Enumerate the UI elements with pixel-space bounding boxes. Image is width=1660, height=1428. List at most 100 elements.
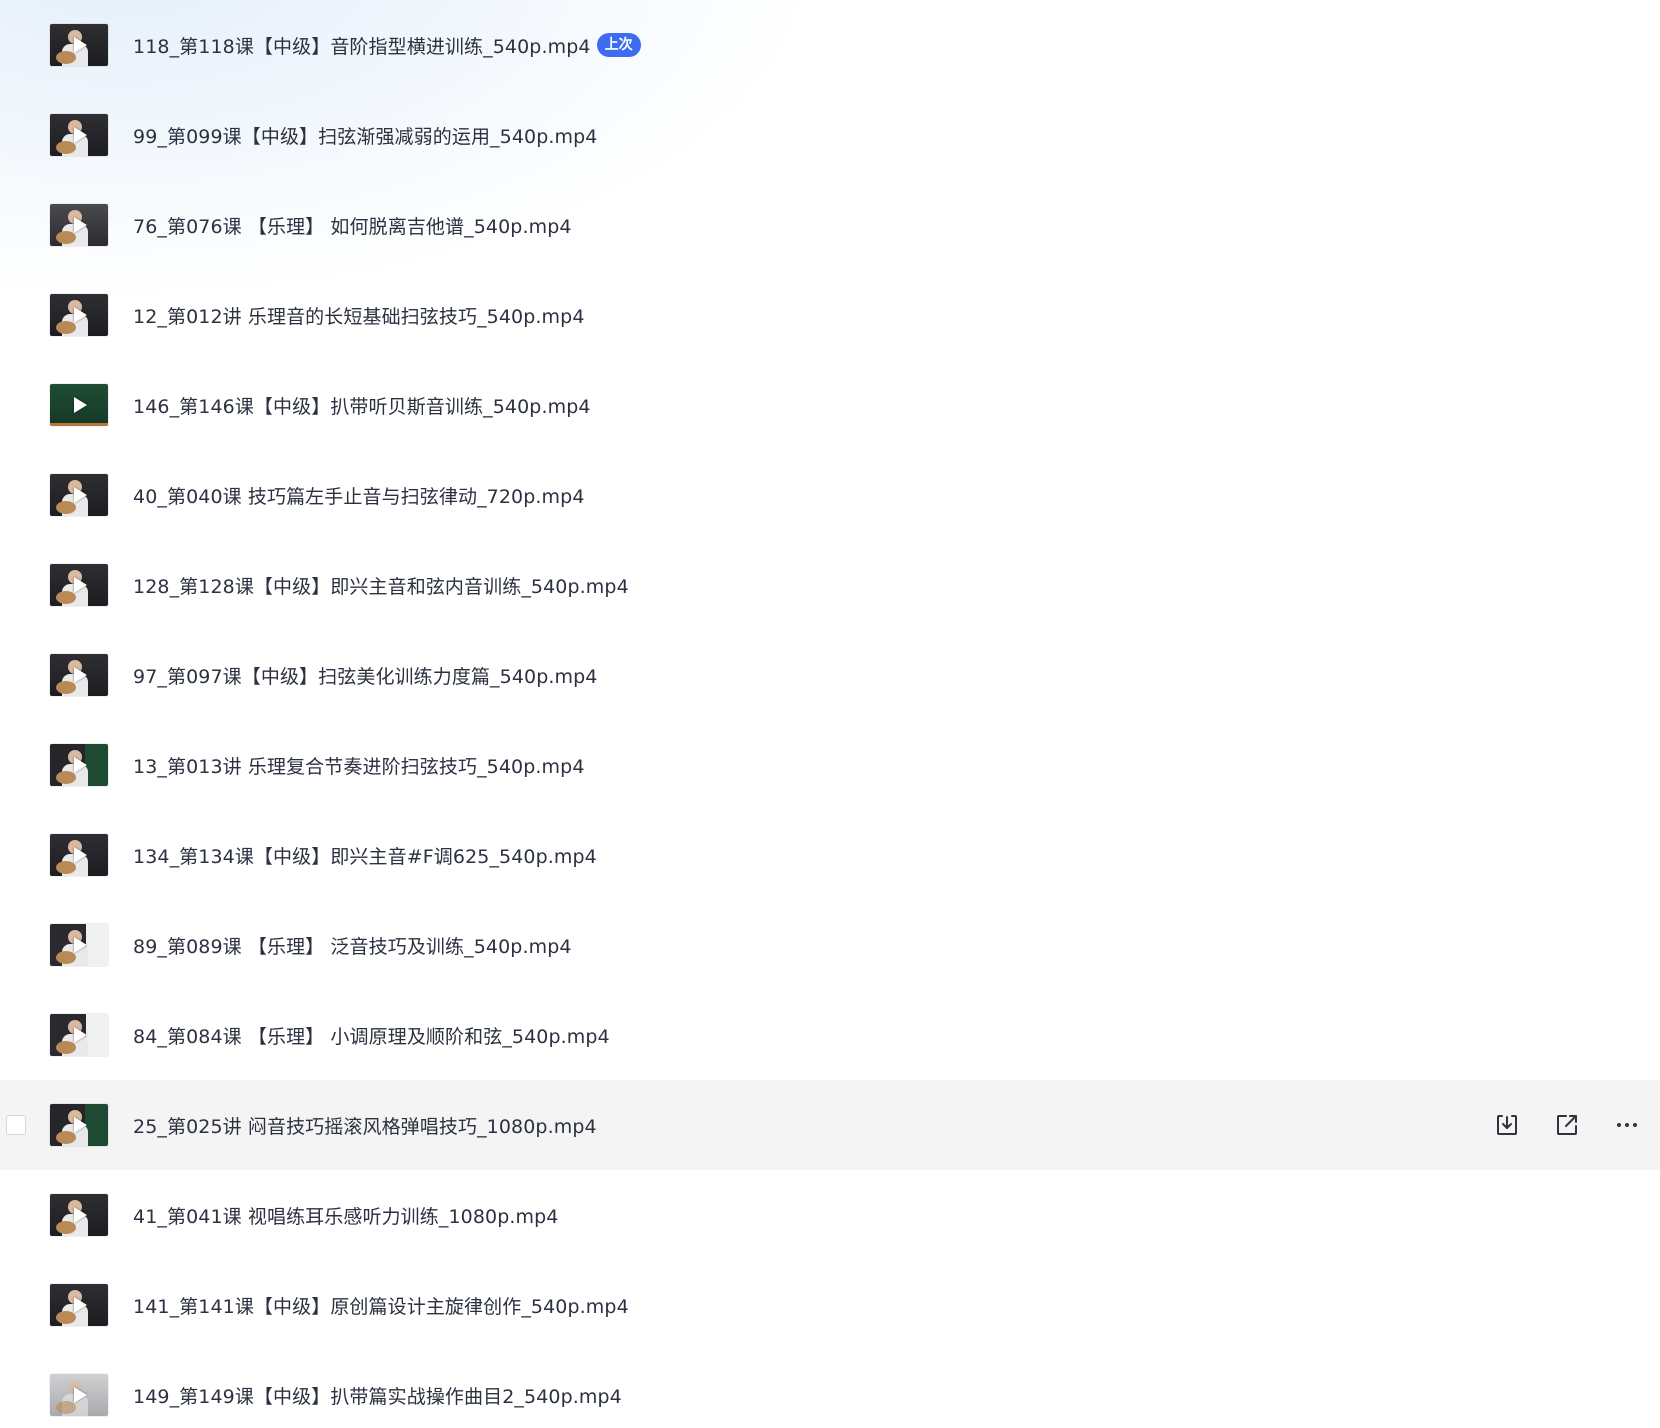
file-name[interactable]: 128_第128课【中级】即兴主音和弦内音训练_540p.mp4 xyxy=(133,540,629,630)
file-row[interactable]: 25_第025讲 闷音技巧摇滚风格弹唱技巧_1080p.mp4 xyxy=(0,1080,1660,1170)
video-thumbnail[interactable] xyxy=(50,294,108,336)
file-name[interactable]: 76_第076课 【乐理】 如何脱离吉他谱_540p.mp4 xyxy=(133,180,572,270)
file-name-text: 76_第076课 【乐理】 如何脱离吉他谱_540p.mp4 xyxy=(133,215,572,238)
video-thumbnail[interactable] xyxy=(50,564,108,606)
file-name-text: 146_第146课【中级】扒带听贝斯音训练_540p.mp4 xyxy=(133,395,591,418)
file-row[interactable]: 97_第097课【中级】扫弦美化训练力度篇_540p.mp4 xyxy=(0,630,1660,720)
file-name[interactable]: 146_第146课【中级】扒带听贝斯音训练_540p.mp4 xyxy=(133,360,591,450)
file-name-text: 13_第013讲 乐理复合节奏进阶扫弦技巧_540p.mp4 xyxy=(133,755,585,778)
file-row[interactable]: 12_第012讲 乐理音的长短基础扫弦技巧_540p.mp4 xyxy=(0,270,1660,360)
file-row[interactable]: 89_第089课 【乐理】 泛音技巧及训练_540p.mp4 xyxy=(0,900,1660,990)
file-row[interactable]: 141_第141课【中级】原创篇设计主旋律创作_540p.mp4 xyxy=(0,1260,1660,1350)
play-icon xyxy=(74,1027,87,1043)
file-row[interactable]: 40_第040课 技巧篇左手止音与扫弦律动_720p.mp4 xyxy=(0,450,1660,540)
file-name[interactable]: 149_第149课【中级】扒带篇实战操作曲目2_540p.mp4 xyxy=(133,1350,622,1428)
play-icon xyxy=(74,127,87,143)
file-name[interactable]: 118_第118课【中级】音阶指型横进训练_540p.mp4 上次 xyxy=(133,0,641,90)
video-thumbnail[interactable] xyxy=(50,204,108,246)
file-row[interactable]: 146_第146课【中级】扒带听贝斯音训练_540p.mp4 xyxy=(0,360,1660,450)
file-row[interactable]: 149_第149课【中级】扒带篇实战操作曲目2_540p.mp4 xyxy=(0,1350,1660,1428)
thumbnail-guitar xyxy=(56,1401,76,1414)
share-icon xyxy=(1554,1112,1580,1138)
video-thumbnail[interactable] xyxy=(50,1374,108,1416)
file-row[interactable]: 134_第134课【中级】即兴主音#F调625_540p.mp4 xyxy=(0,810,1660,900)
thumbnail-guitar xyxy=(56,1311,76,1324)
play-icon xyxy=(74,847,87,863)
share-button[interactable] xyxy=(1552,1110,1582,1140)
download-button[interactable] xyxy=(1492,1110,1522,1140)
file-name[interactable]: 25_第025讲 闷音技巧摇滚风格弹唱技巧_1080p.mp4 xyxy=(133,1080,597,1170)
file-name-text: 141_第141课【中级】原创篇设计主旋律创作_540p.mp4 xyxy=(133,1295,629,1318)
play-icon xyxy=(74,1117,87,1133)
play-icon xyxy=(74,37,87,53)
file-row[interactable]: 99_第099课【中级】扫弦渐强减弱的运用_540p.mp4 xyxy=(0,90,1660,180)
file-name[interactable]: 13_第013讲 乐理复合节奏进阶扫弦技巧_540p.mp4 xyxy=(133,720,585,810)
play-icon xyxy=(74,307,87,323)
file-row[interactable]: 128_第128课【中级】即兴主音和弦内音训练_540p.mp4 xyxy=(0,540,1660,630)
file-name-text: 149_第149课【中级】扒带篇实战操作曲目2_540p.mp4 xyxy=(133,1385,622,1408)
file-name-text: 40_第040课 技巧篇左手止音与扫弦律动_720p.mp4 xyxy=(133,485,585,508)
file-name[interactable]: 40_第040课 技巧篇左手止音与扫弦律动_720p.mp4 xyxy=(133,450,585,540)
more-button[interactable] xyxy=(1612,1110,1642,1140)
video-thumbnail[interactable] xyxy=(50,744,108,786)
thumbnail-guitar xyxy=(56,591,76,604)
thumbnail-guitar xyxy=(56,771,76,784)
download-icon xyxy=(1494,1112,1520,1138)
thumbnail-guitar xyxy=(56,1041,76,1054)
more-icon xyxy=(1614,1112,1640,1138)
file-name-text: 41_第041课 视唱练耳乐感听力训练_1080p.mp4 xyxy=(133,1205,559,1228)
file-name[interactable]: 89_第089课 【乐理】 泛音技巧及训练_540p.mp4 xyxy=(133,900,572,990)
file-browser-page: 118_第118课【中级】音阶指型横进训练_540p.mp4 上次 99_第099课… xyxy=(0,0,1660,1428)
play-icon xyxy=(74,397,87,413)
thumbnail-guitar xyxy=(56,51,76,64)
thumbnail-guitar xyxy=(56,951,76,964)
thumbnail-guitar xyxy=(56,861,76,874)
video-thumbnail[interactable] xyxy=(50,474,108,516)
video-thumbnail[interactable] xyxy=(50,1014,108,1056)
file-name[interactable]: 41_第041课 视唱练耳乐感听力训练_1080p.mp4 xyxy=(133,1170,559,1260)
video-thumbnail[interactable] xyxy=(50,654,108,696)
play-icon xyxy=(74,487,87,503)
video-thumbnail[interactable] xyxy=(50,1284,108,1326)
file-row[interactable]: 76_第076课 【乐理】 如何脱离吉他谱_540p.mp4 xyxy=(0,180,1660,270)
file-list: 118_第118课【中级】音阶指型横进训练_540p.mp4 上次 99_第099课… xyxy=(0,0,1660,1428)
file-name-text: 84_第084课 【乐理】 小调原理及顺阶和弦_540p.mp4 xyxy=(133,1025,610,1048)
thumbnail-guitar xyxy=(56,501,76,514)
thumbnail-bar xyxy=(50,423,108,426)
file-name-text: 99_第099课【中级】扫弦渐强减弱的运用_540p.mp4 xyxy=(133,125,598,148)
file-name[interactable]: 141_第141课【中级】原创篇设计主旋律创作_540p.mp4 xyxy=(133,1260,629,1350)
thumbnail-guitar xyxy=(56,1221,76,1234)
video-thumbnail[interactable] xyxy=(50,114,108,156)
file-row[interactable]: 84_第084课 【乐理】 小调原理及顺阶和弦_540p.mp4 xyxy=(0,990,1660,1080)
file-name-text: 134_第134课【中级】即兴主音#F调625_540p.mp4 xyxy=(133,845,597,868)
video-thumbnail[interactable] xyxy=(50,384,108,426)
thumbnail-guitar xyxy=(56,141,76,154)
thumbnail-guitar xyxy=(56,321,76,334)
video-thumbnail[interactable] xyxy=(50,924,108,966)
last-played-badge: 上次 xyxy=(596,33,641,57)
file-name-text: 97_第097课【中级】扫弦美化训练力度篇_540p.mp4 xyxy=(133,665,598,688)
file-row[interactable]: 13_第013讲 乐理复合节奏进阶扫弦技巧_540p.mp4 xyxy=(0,720,1660,810)
video-thumbnail[interactable] xyxy=(50,1104,108,1146)
file-name-text: 128_第128课【中级】即兴主音和弦内音训练_540p.mp4 xyxy=(133,575,629,598)
play-icon xyxy=(74,937,87,953)
file-name[interactable]: 12_第012讲 乐理音的长短基础扫弦技巧_540p.mp4 xyxy=(133,270,585,360)
video-thumbnail[interactable] xyxy=(50,1194,108,1236)
video-thumbnail[interactable] xyxy=(50,24,108,66)
play-icon xyxy=(74,667,87,683)
file-name[interactable]: 99_第099课【中级】扫弦渐强减弱的运用_540p.mp4 xyxy=(133,90,597,180)
file-name[interactable]: 84_第084课 【乐理】 小调原理及顺阶和弦_540p.mp4 xyxy=(133,990,610,1080)
thumbnail-guitar xyxy=(56,1131,76,1144)
play-icon xyxy=(74,757,87,773)
play-icon xyxy=(74,577,87,593)
file-name[interactable]: 97_第097课【中级】扫弦美化训练力度篇_540p.mp4 xyxy=(133,630,597,720)
play-icon xyxy=(74,1297,87,1313)
row-checkbox[interactable] xyxy=(6,1115,26,1135)
file-name[interactable]: 134_第134课【中级】即兴主音#F调625_540p.mp4 xyxy=(133,810,597,900)
video-thumbnail[interactable] xyxy=(50,834,108,876)
file-name-text: 89_第089课 【乐理】 泛音技巧及训练_540p.mp4 xyxy=(133,935,572,958)
file-name-text: 118_第118课【中级】音阶指型横进训练_540p.mp4 xyxy=(133,35,591,58)
file-row[interactable]: 118_第118课【中级】音阶指型横进训练_540p.mp4 上次 xyxy=(0,0,1660,90)
play-icon xyxy=(74,1387,87,1403)
file-row[interactable]: 41_第041课 视唱练耳乐感听力训练_1080p.mp4 xyxy=(0,1170,1660,1260)
